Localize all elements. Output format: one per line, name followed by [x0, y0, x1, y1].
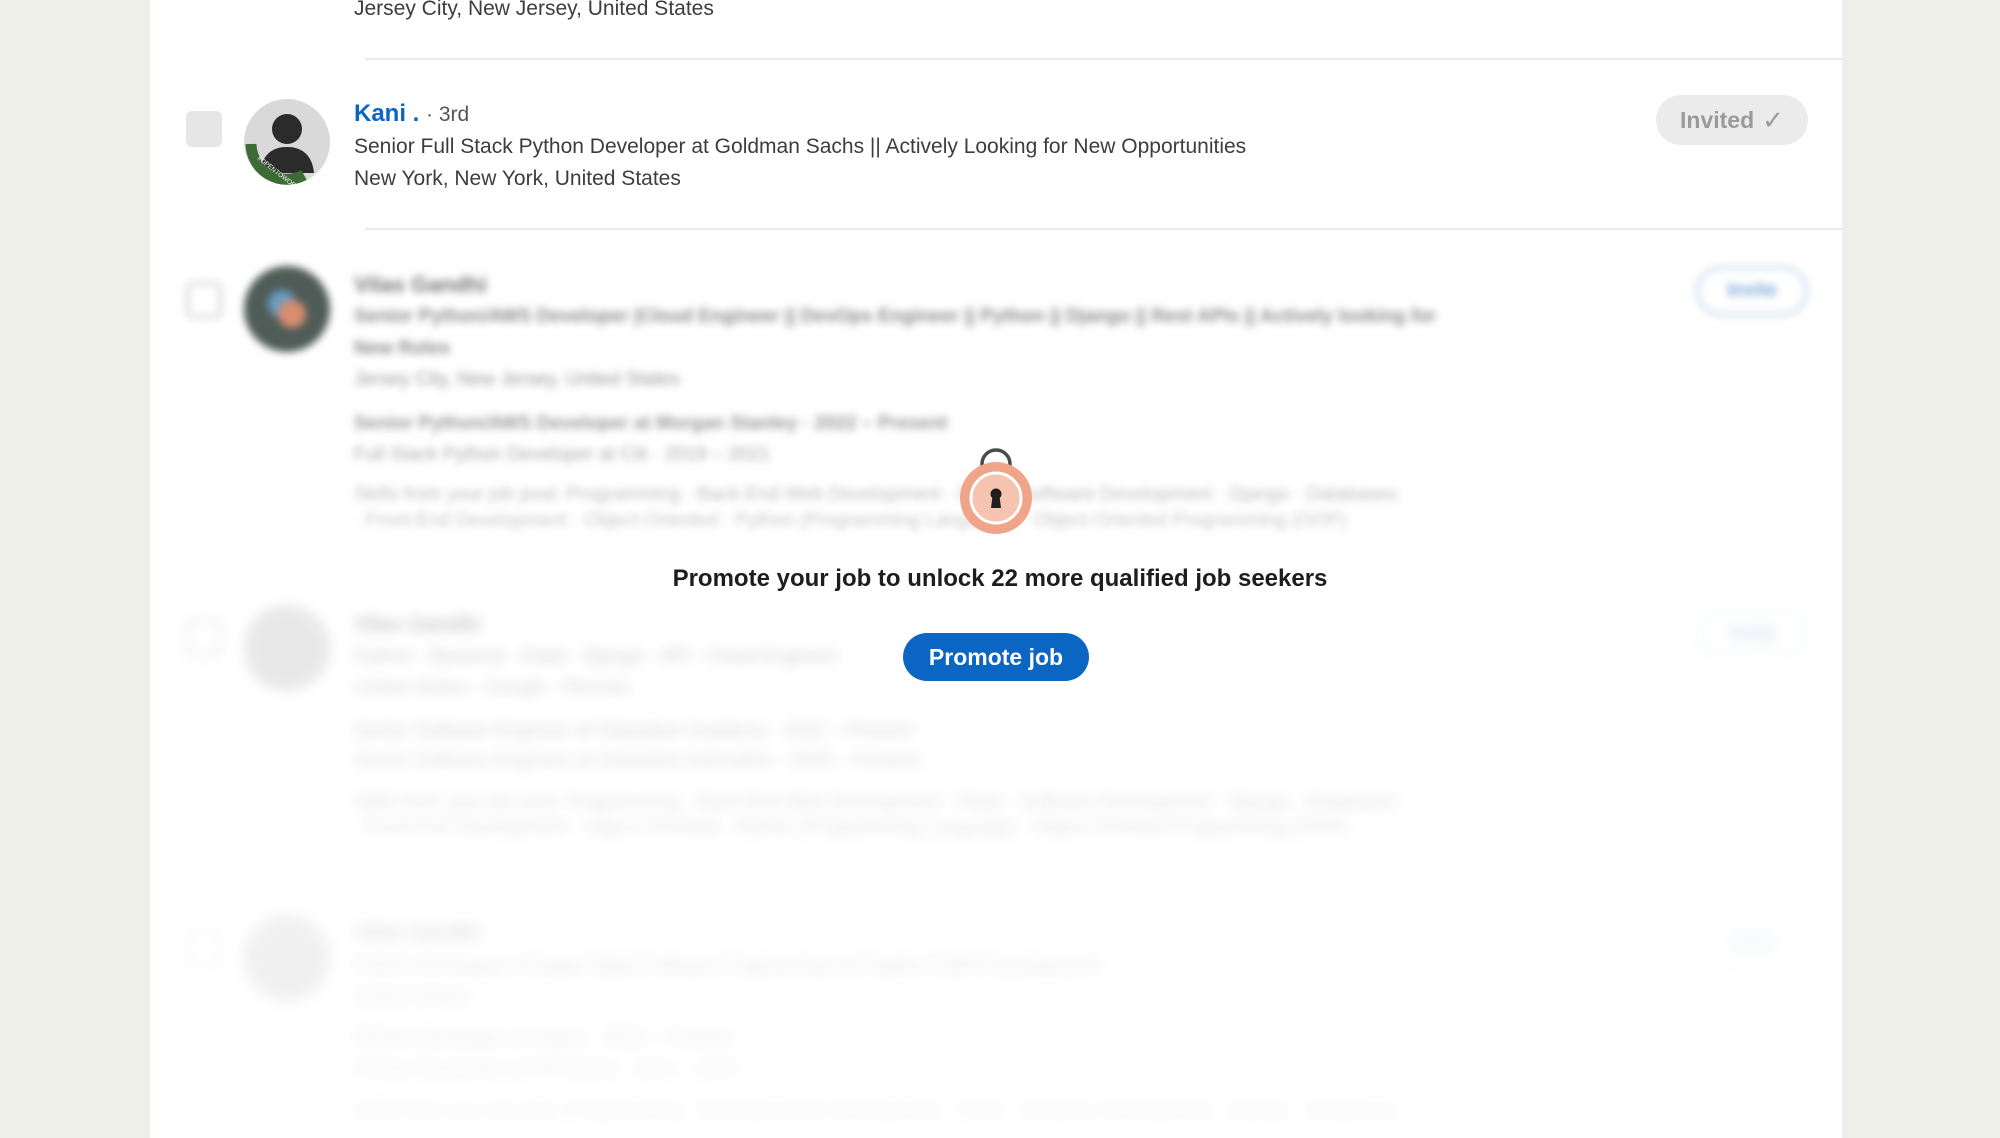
candidate-headline: Senior Python/AWS Developer |Cloud Engin… — [354, 306, 1437, 327]
candidate-name: Vilas Gandhi — [354, 613, 481, 636]
candidate-experience-2: Full Stack Python Developer at Citi · 20… — [354, 444, 771, 465]
row-divider — [365, 228, 1842, 230]
candidate-experience-1: Senior Python/AWS Developer at Morgan St… — [354, 413, 948, 434]
candidate-skills-1: Skills from your job post: Programming ·… — [354, 484, 1397, 505]
candidate-skills-1: Skills from your job post: Programming ·… — [354, 1100, 1397, 1121]
candidate-name: Vilas Gandhi — [354, 921, 481, 944]
invite-button[interactable]: Invite — [1698, 611, 1808, 655]
check-icon: ✓ — [1762, 104, 1784, 135]
row-divider — [365, 58, 1842, 60]
open-to-work-avatar-icon: #OPENTOWORK — [244, 99, 330, 185]
candidate-row-kani: #OPENTOWORK Kani . · 3rd Senior Full Sta… — [150, 95, 1842, 230]
candidate-row-locked: Vilas Gandhi Python Developer at Sagar D… — [150, 915, 1842, 1138]
candidate-skills-2: · Front-End Development · Object-Oriente… — [354, 817, 1347, 838]
candidate-location: United States — [354, 986, 469, 1007]
candidate-checkbox[interactable] — [186, 930, 222, 966]
candidate-location-top: Jersey City, New Jersey, United States — [354, 0, 714, 20]
promote-message: Promote your job to unlock 22 more quali… — [672, 565, 1328, 592]
candidate-location: New York, New York, United States — [354, 167, 681, 190]
candidate-experience-2: Senior Software Engineer at Glassdoor Ed… — [354, 750, 920, 771]
invite-button[interactable]: Invite — [1698, 919, 1808, 963]
connection-degree: · 3rd — [426, 103, 470, 126]
candidate-experience-1: Python Developer at Capco · 2023 – Prese… — [354, 1028, 733, 1049]
candidate-headline-cont: New Roles — [354, 338, 451, 359]
avatar — [244, 605, 330, 691]
invited-button[interactable]: Invited ✓ — [1656, 95, 1808, 145]
candidate-checkbox[interactable] — [186, 111, 222, 147]
candidate-experience-2: Python Developer at Pill Global · 2021 –… — [354, 1058, 740, 1079]
candidate-location: Jersey City, New Jersey, United States — [354, 369, 680, 390]
candidate-headline: Python · Backend · Flask · Django · API … — [354, 646, 838, 667]
candidate-name-line: Kani . · 3rd — [354, 100, 469, 128]
candidate-headline: Senior Full Stack Python Developer at Go… — [354, 135, 1247, 158]
avatar[interactable]: #OPENTOWORK — [244, 99, 330, 185]
candidate-location: United States · Google · Remote — [354, 677, 630, 698]
avatar — [244, 915, 330, 1001]
candidate-name: Vilas Gandhi — [354, 272, 487, 297]
promote-job-button[interactable]: Promote job — [903, 633, 1089, 681]
invite-button[interactable]: Invite — [1696, 266, 1808, 316]
invited-label: Invited — [1680, 106, 1755, 133]
candidate-skills-1: Skills from your job post: Programming ·… — [354, 792, 1397, 813]
candidate-experience-1: Senior Software Engineer at Glassdoor Ac… — [354, 720, 913, 741]
candidate-skills-2: · Front-End Development · Object-Oriente… — [354, 510, 1347, 531]
candidate-checkbox[interactable] — [186, 620, 222, 656]
candidate-name-link[interactable]: Kani . — [354, 100, 419, 127]
candidate-headline: Python Developer at Sagar Digital Softwa… — [354, 955, 1099, 976]
lock-icon — [958, 438, 1034, 538]
